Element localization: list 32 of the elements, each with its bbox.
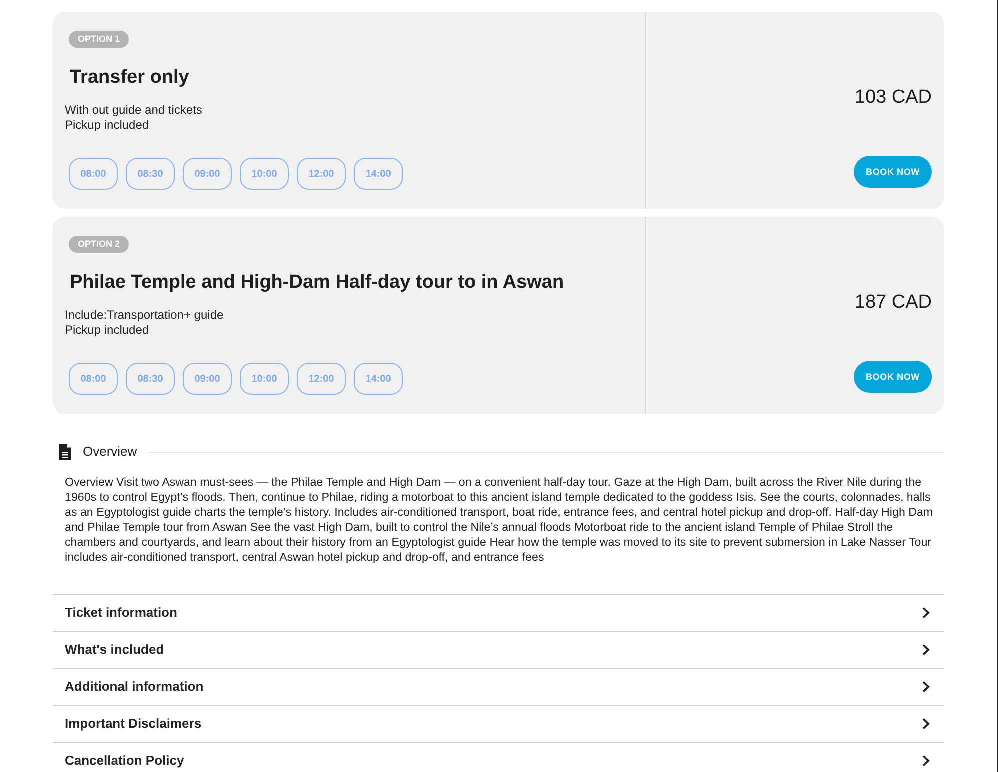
option-badge: OPTION 1 bbox=[69, 31, 130, 48]
time-slot-button[interactable]: 12:00 bbox=[297, 363, 346, 395]
overview-paragraph: Overview Visit two Aswan must-sees — the Philae Temple and High Dam — on a convenient half-day tour. Gaze at the High Dam, built across the River Nile during the 1960s to control Egypt’s floods. Then, continue to Philae, riding a motorboat to this ancient island temple dedicated to the goddess Isis. See the courts, colonnades, halls as an Egyptologist guide charts the temple’s history. Includes air-conditioned transport, boat ride, entrance fees, and central hotel pickup and drop-off. Half-day High Dam and Philae Temple tour from Aswan See the vast High Dam, built to control the Nile’s annual floods Motorboat ride to the ancient island Temple of Philae Stroll the chambers and courtyards, and learn about their history from an Egyptologist guide Hear how the temple was moved to its site to prevent submersion in Lake Nasser Tour includes air-conditioned transport, central Aswan hotel pickup and drop-off, and entrance fees bbox=[65, 475, 934, 565]
time-slot-button[interactable]: 09:00 bbox=[183, 363, 232, 395]
price-text: 187 CAD bbox=[854, 291, 932, 315]
time-slot-button[interactable]: 08:00 bbox=[69, 363, 118, 395]
document-icon bbox=[59, 444, 71, 460]
option-detail: With out guide and tickets bbox=[65, 103, 204, 118]
book-now-button[interactable]: BOOK NOW bbox=[854, 156, 932, 188]
section-heading: Overview bbox=[83, 443, 138, 461]
time-slot-button[interactable]: 08:30 bbox=[126, 158, 175, 190]
accordion-row[interactable]: Important Disclaimers bbox=[53, 705, 944, 742]
option-detail: Pickup included bbox=[65, 323, 150, 338]
book-now-button[interactable]: BOOK NOW bbox=[854, 361, 932, 393]
time-slot-button[interactable]: 08:00 bbox=[69, 158, 118, 190]
time-slot-button[interactable]: 14:00 bbox=[354, 363, 403, 395]
accordion-row[interactable]: What's included bbox=[53, 631, 944, 668]
accordion-row[interactable]: Cancellation Policy bbox=[53, 742, 944, 772]
time-slot-button[interactable]: 10:00 bbox=[240, 363, 289, 395]
option-title: Transfer only bbox=[70, 66, 190, 90]
time-slot-button[interactable]: 10:00 bbox=[240, 158, 289, 190]
option-badge: OPTION 2 bbox=[69, 236, 130, 253]
time-slot-button[interactable]: 14:00 bbox=[354, 158, 403, 190]
option-title: Philae Temple and High-Dam Half-day tour to in Aswan bbox=[70, 271, 566, 295]
time-slot-button[interactable]: 08:30 bbox=[126, 363, 175, 395]
option-detail: Pickup included bbox=[65, 118, 150, 133]
accordion-row[interactable]: Ticket information bbox=[53, 594, 944, 631]
price-text: 103 CAD bbox=[854, 86, 932, 110]
time-slot-button[interactable]: 12:00 bbox=[297, 158, 346, 190]
option-detail: Include:Transportation+ guide bbox=[65, 308, 225, 323]
time-slot-button[interactable]: 09:00 bbox=[183, 158, 232, 190]
accordion-row[interactable]: Additional information bbox=[53, 668, 944, 705]
